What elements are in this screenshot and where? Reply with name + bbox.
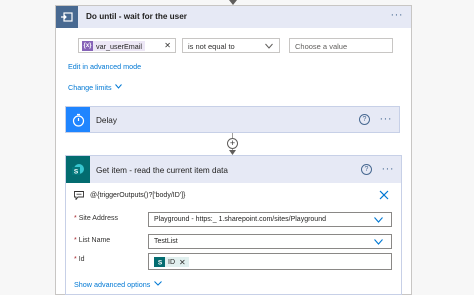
svg-text:S: S (74, 168, 79, 175)
delay-title: Delay (96, 116, 117, 125)
site-address-label-text: Site Address (78, 215, 118, 222)
required-marker: * (74, 237, 77, 244)
chevron-down-icon (154, 281, 163, 286)
delay-action-card[interactable]: Delay ? ··· (65, 106, 400, 133)
id-input[interactable]: S ID ✕ (148, 253, 392, 270)
chevron-down-icon (265, 43, 273, 49)
operator-value: is not equal to (188, 42, 235, 51)
sharepoint-icon: S (154, 257, 165, 267)
help-icon[interactable]: ? (359, 114, 370, 125)
chevron-down-icon (374, 239, 383, 245)
get-item-header[interactable]: S Get item - read the current item data … (66, 156, 401, 183)
comment-icon (74, 191, 84, 200)
operator-select[interactable]: is not equal to (182, 38, 280, 53)
id-label-text: Id (78, 256, 85, 263)
chevron-down-icon (114, 84, 122, 89)
help-icon[interactable]: ? (361, 164, 372, 175)
more-dots-icon[interactable]: ··· (380, 114, 393, 125)
timer-icon (66, 107, 90, 132)
remove-token-icon[interactable]: ✕ (175, 258, 186, 267)
site-address-label: * Site Address (74, 215, 118, 222)
condition-left-field[interactable]: {x} var_userEmail ✕ (78, 38, 176, 53)
get-item-title: Get item - read the current item data (96, 166, 228, 175)
required-marker: * (74, 215, 77, 222)
show-advanced-label: Show advanced options (74, 280, 151, 289)
trigger-expression: @{triggerOutputs()?['body/ID']} (90, 192, 186, 199)
id-token-label: ID (168, 258, 175, 266)
list-name-value: TestList (154, 238, 178, 245)
more-dots-icon[interactable]: ··· (391, 10, 404, 21)
get-item-action-card: S Get item - read the current item data … (65, 155, 402, 295)
do-until-title: Do until - wait for the user (86, 12, 187, 21)
close-icon[interactable] (379, 190, 389, 200)
variable-token-label: var_userEmail (96, 41, 142, 51)
required-marker: * (74, 256, 77, 263)
do-until-header[interactable]: Do until - wait for the user ··· (56, 6, 411, 28)
list-name-label-text: List Name (78, 237, 111, 244)
remove-token-icon[interactable]: ✕ (164, 41, 171, 50)
variable-token[interactable]: {x} var_userEmail (82, 41, 145, 51)
list-name-dropdown[interactable]: TestList (148, 234, 392, 249)
show-advanced-options-link[interactable]: Show advanced options (74, 280, 163, 289)
change-limits-link[interactable]: Change limits (68, 83, 122, 92)
list-name-label: * List Name (74, 237, 110, 244)
id-token[interactable]: S ID ✕ (154, 257, 189, 267)
sharepoint-icon: S (66, 156, 90, 183)
chevron-down-icon (374, 217, 383, 223)
svg-text:S: S (157, 260, 162, 267)
more-dots-icon[interactable]: ··· (382, 164, 395, 175)
condition-value-input[interactable]: Choose a value (289, 38, 393, 53)
site-address-dropdown[interactable]: Playground - https:_ 1.sharepoint.com/si… (148, 212, 392, 227)
change-limits-label: Change limits (68, 83, 112, 92)
variable-icon: {x} (82, 41, 93, 51)
condition-value-placeholder: Choose a value (295, 42, 348, 51)
loop-icon (56, 6, 78, 28)
site-address-value: Playground - https:_ 1.sharepoint.com/si… (154, 216, 326, 223)
id-label: * Id (74, 256, 85, 263)
insert-step-button[interactable]: + (227, 138, 238, 149)
edit-advanced-mode-link[interactable]: Edit in advanced mode (68, 62, 141, 71)
